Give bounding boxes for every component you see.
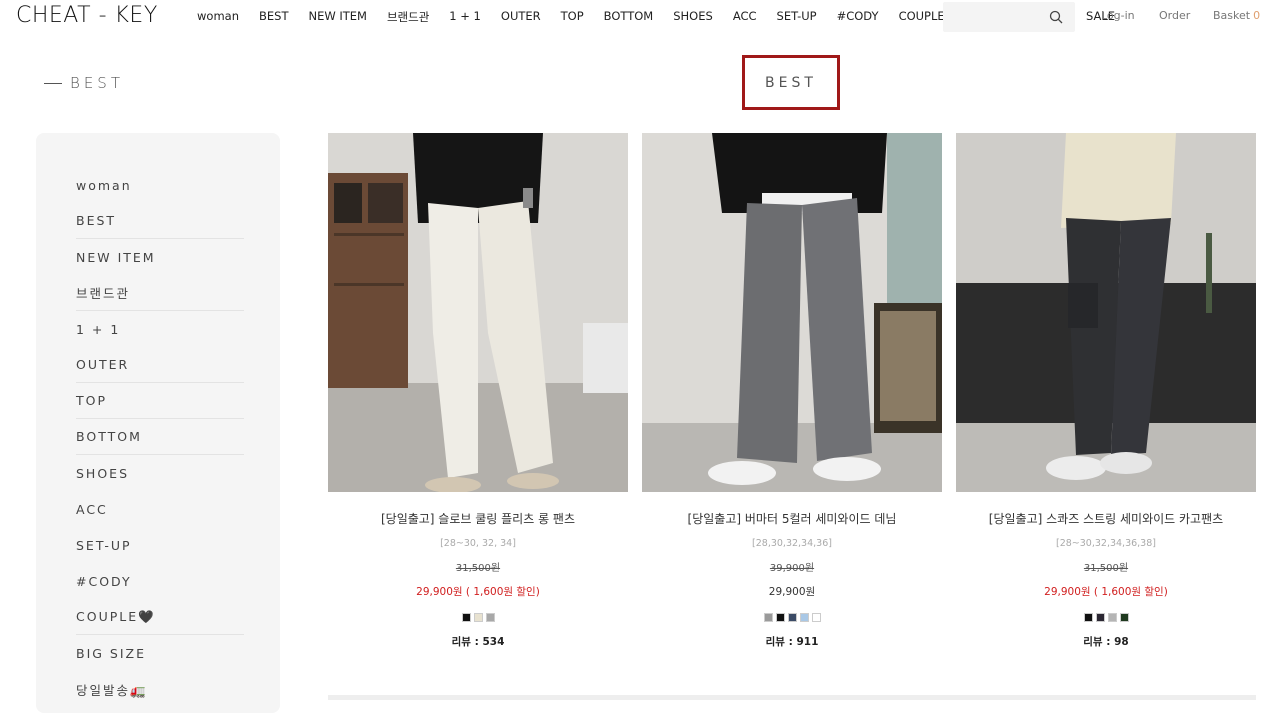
basket-count: 0 — [1253, 9, 1261, 22]
sidebar-item[interactable]: 당일발송🚛 — [76, 671, 244, 707]
color-swatch — [461, 613, 471, 622]
product-image[interactable] — [956, 133, 1256, 492]
product-sale-price: 29,900원 — [768, 586, 816, 598]
sidebar-item[interactable]: SET-UP — [76, 527, 244, 563]
color-swatch — [485, 613, 495, 622]
product-original-price: 39,900원 — [769, 563, 815, 574]
nav-item-brand[interactable]: 브랜드관 — [387, 9, 429, 25]
sidebar-item[interactable]: SHOES — [76, 455, 244, 491]
product-card[interactable]: [당일출고] 스콰즈 스트링 세미와이드 카고팬츠 [28~30,32,34,3… — [956, 133, 1256, 649]
sidebar-item[interactable]: 1 + 1 — [76, 311, 244, 347]
page-title: BEST — [742, 55, 840, 110]
search-input[interactable] — [943, 2, 1075, 32]
sidebar-item[interactable]: woman — [76, 167, 244, 203]
order-link[interactable]: Order — [1159, 9, 1190, 22]
color-swatch — [1107, 613, 1117, 622]
nav-item-cody[interactable]: #CODY — [837, 9, 879, 25]
product-image[interactable] — [642, 133, 942, 492]
product-sizes: [28,30,32,34,36] — [752, 538, 832, 549]
color-swatch — [787, 613, 797, 622]
section-title-left: BEST — [44, 74, 124, 92]
nav-item-new-item[interactable]: NEW ITEM — [308, 9, 367, 25]
nav-item-top[interactable]: TOP — [561, 9, 584, 25]
section-divider — [328, 695, 1256, 700]
product-name[interactable]: [당일출고] 슬로브 쿨링 플리츠 롱 팬츠 — [328, 510, 628, 527]
review-count: 리뷰 : 98 — [1083, 636, 1129, 648]
product-sizes: [28~30,32,34,36,38] — [1056, 538, 1156, 549]
sidebar-item[interactable]: OUTER — [76, 347, 244, 383]
product-card[interactable]: [당일출고] 버마터 5컬러 세미와이드 데님 [28,30,32,34,36]… — [642, 133, 942, 649]
login-link[interactable]: Log-in — [1101, 9, 1135, 22]
product-sale-price: 29,900원 ( 1,600원 할인) — [1044, 586, 1168, 598]
product-card[interactable]: [당일출고] 슬로브 쿨링 플리츠 롱 팬츠 [28~30, 32, 34] 3… — [328, 133, 628, 649]
sidebar-item[interactable]: #CODY — [76, 563, 244, 599]
color-swatch — [775, 613, 785, 622]
header: CHEAT - KEY woman BEST NEW ITEM 브랜드관 1 +… — [0, 0, 1280, 34]
sidebar-item[interactable]: BOTTOM — [76, 419, 244, 455]
product-sizes: [28~30, 32, 34] — [440, 538, 516, 549]
nav-item-shoes[interactable]: SHOES — [673, 9, 713, 25]
nav-item-outer[interactable]: OUTER — [501, 9, 541, 25]
nav-item-1plus1[interactable]: 1 + 1 — [449, 9, 481, 25]
product-image[interactable] — [328, 133, 628, 492]
sidebar-item[interactable]: NEW ITEM — [76, 239, 244, 275]
color-swatch — [1119, 613, 1129, 622]
category-list: woman BEST NEW ITEM 브랜드관 1 + 1 OUTER TOP BOTTOM… — [76, 167, 244, 707]
color-swatch — [473, 613, 483, 622]
color-swatch — [1083, 613, 1093, 622]
basket-link[interactable]: Basket 0 — [1213, 9, 1260, 22]
nav-item-woman[interactable]: woman — [197, 9, 239, 25]
title-dash — [44, 83, 62, 84]
sidebar-item[interactable]: ACC — [76, 491, 244, 527]
sidebar-item[interactable]: COUPLE🖤 — [76, 599, 244, 635]
basket-label: Basket — [1213, 9, 1251, 22]
product-name[interactable]: [당일출고] 스콰즈 스트링 세미와이드 카고팬츠 — [956, 510, 1256, 527]
nav-item-set-up[interactable]: SET-UP — [777, 9, 817, 25]
color-swatch — [763, 613, 773, 622]
color-swatch — [1095, 613, 1105, 622]
sidebar-item[interactable]: TOP — [76, 383, 244, 419]
color-swatches — [956, 613, 1256, 622]
product-sale-price: 29,900원 ( 1,600원 할인) — [416, 586, 540, 598]
sidebar-item[interactable]: 브랜드관 — [76, 275, 244, 311]
nav-item-bottom[interactable]: BOTTOM — [604, 9, 654, 25]
site-logo[interactable]: CHEAT - KEY — [16, 3, 158, 28]
color-swatch — [799, 613, 809, 622]
category-sidebar: woman BEST NEW ITEM 브랜드관 1 + 1 OUTER TOP BOTTOM… — [36, 133, 280, 713]
nav-item-acc[interactable]: ACC — [733, 9, 757, 25]
color-swatches — [328, 613, 628, 622]
nav-item-best[interactable]: BEST — [259, 9, 288, 25]
sidebar-item[interactable]: BIG SIZE — [76, 635, 244, 671]
color-swatch — [811, 613, 821, 622]
color-swatches — [642, 613, 942, 622]
sidebar-item[interactable]: BEST — [76, 203, 244, 239]
search-icon[interactable] — [1049, 10, 1063, 24]
product-name[interactable]: [당일출고] 버마터 5컬러 세미와이드 데님 — [642, 510, 942, 527]
section-title-text: BEST — [70, 74, 124, 92]
product-original-price: 31,500원 — [455, 563, 501, 574]
product-original-price: 31,500원 — [1083, 563, 1129, 574]
top-nav: woman BEST NEW ITEM 브랜드관 1 + 1 OUTER TOP… — [197, 9, 979, 25]
review-count: 리뷰 : 534 — [451, 636, 505, 648]
review-count: 리뷰 : 911 — [765, 636, 819, 648]
